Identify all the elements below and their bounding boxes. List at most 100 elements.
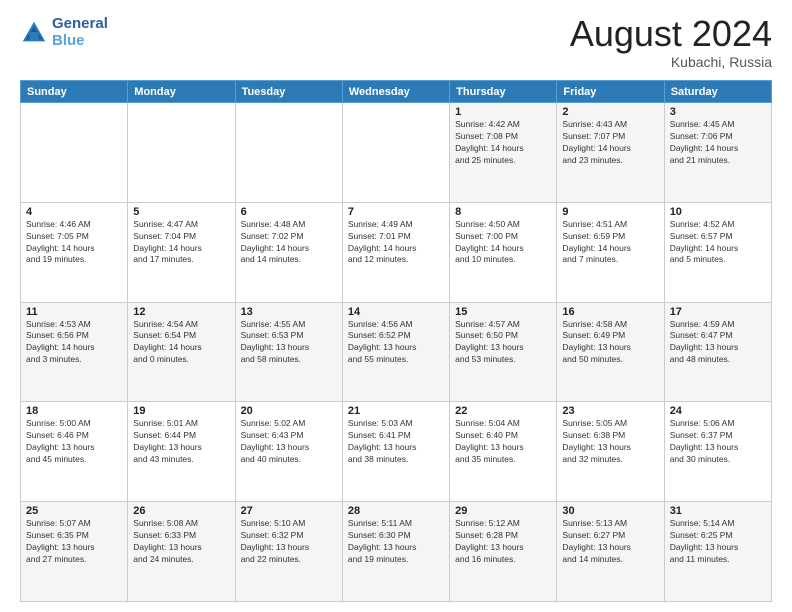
day-info: Sunrise: 5:02 AM Sunset: 6:43 PM Dayligh… (241, 418, 337, 466)
calendar-cell: 18Sunrise: 5:00 AM Sunset: 6:46 PM Dayli… (21, 402, 128, 502)
col-thursday: Thursday (450, 81, 557, 103)
calendar-cell: 3Sunrise: 4:45 AM Sunset: 7:06 PM Daylig… (664, 103, 771, 203)
calendar-header-row: Sunday Monday Tuesday Wednesday Thursday… (21, 81, 772, 103)
calendar-cell: 20Sunrise: 5:02 AM Sunset: 6:43 PM Dayli… (235, 402, 342, 502)
col-tuesday: Tuesday (235, 81, 342, 103)
day-number: 27 (241, 505, 337, 517)
calendar-cell: 26Sunrise: 5:08 AM Sunset: 6:33 PM Dayli… (128, 502, 235, 602)
day-number: 30 (562, 505, 658, 517)
day-info: Sunrise: 4:46 AM Sunset: 7:05 PM Dayligh… (26, 219, 122, 267)
day-info: Sunrise: 4:56 AM Sunset: 6:52 PM Dayligh… (348, 319, 444, 367)
calendar-week-1: 1Sunrise: 4:42 AM Sunset: 7:08 PM Daylig… (21, 103, 772, 203)
day-info: Sunrise: 4:59 AM Sunset: 6:47 PM Dayligh… (670, 319, 766, 367)
day-number: 22 (455, 405, 551, 417)
calendar-table: Sunday Monday Tuesday Wednesday Thursday… (20, 80, 772, 602)
day-number: 12 (133, 306, 229, 318)
day-number: 24 (670, 405, 766, 417)
calendar-cell: 8Sunrise: 4:50 AM Sunset: 7:00 PM Daylig… (450, 202, 557, 302)
calendar-cell (235, 103, 342, 203)
calendar-cell: 10Sunrise: 4:52 AM Sunset: 6:57 PM Dayli… (664, 202, 771, 302)
calendar-cell: 22Sunrise: 5:04 AM Sunset: 6:40 PM Dayli… (450, 402, 557, 502)
calendar-cell: 31Sunrise: 5:14 AM Sunset: 6:25 PM Dayli… (664, 502, 771, 602)
day-info: Sunrise: 4:57 AM Sunset: 6:50 PM Dayligh… (455, 319, 551, 367)
day-info: Sunrise: 5:01 AM Sunset: 6:44 PM Dayligh… (133, 418, 229, 466)
day-info: Sunrise: 4:54 AM Sunset: 6:54 PM Dayligh… (133, 319, 229, 367)
day-number: 18 (26, 405, 122, 417)
day-info: Sunrise: 5:13 AM Sunset: 6:27 PM Dayligh… (562, 518, 658, 566)
day-number: 31 (670, 505, 766, 517)
calendar-week-4: 18Sunrise: 5:00 AM Sunset: 6:46 PM Dayli… (21, 402, 772, 502)
day-info: Sunrise: 4:49 AM Sunset: 7:01 PM Dayligh… (348, 219, 444, 267)
day-info: Sunrise: 5:06 AM Sunset: 6:37 PM Dayligh… (670, 418, 766, 466)
day-info: Sunrise: 4:55 AM Sunset: 6:53 PM Dayligh… (241, 319, 337, 367)
day-number: 7 (348, 206, 444, 218)
calendar-cell: 9Sunrise: 4:51 AM Sunset: 6:59 PM Daylig… (557, 202, 664, 302)
calendar-cell: 19Sunrise: 5:01 AM Sunset: 6:44 PM Dayli… (128, 402, 235, 502)
day-info: Sunrise: 4:42 AM Sunset: 7:08 PM Dayligh… (455, 119, 551, 167)
day-number: 23 (562, 405, 658, 417)
day-number: 20 (241, 405, 337, 417)
calendar-cell: 15Sunrise: 4:57 AM Sunset: 6:50 PM Dayli… (450, 302, 557, 402)
calendar-cell: 28Sunrise: 5:11 AM Sunset: 6:30 PM Dayli… (342, 502, 449, 602)
calendar-cell: 30Sunrise: 5:13 AM Sunset: 6:27 PM Dayli… (557, 502, 664, 602)
day-info: Sunrise: 5:07 AM Sunset: 6:35 PM Dayligh… (26, 518, 122, 566)
day-info: Sunrise: 4:45 AM Sunset: 7:06 PM Dayligh… (670, 119, 766, 167)
calendar-cell: 6Sunrise: 4:48 AM Sunset: 7:02 PM Daylig… (235, 202, 342, 302)
col-sunday: Sunday (21, 81, 128, 103)
calendar-cell: 16Sunrise: 4:58 AM Sunset: 6:49 PM Dayli… (557, 302, 664, 402)
day-info: Sunrise: 5:00 AM Sunset: 6:46 PM Dayligh… (26, 418, 122, 466)
month-title: August 2024 (570, 16, 772, 52)
day-info: Sunrise: 4:47 AM Sunset: 7:04 PM Dayligh… (133, 219, 229, 267)
day-number: 14 (348, 306, 444, 318)
day-number: 3 (670, 106, 766, 118)
day-number: 15 (455, 306, 551, 318)
col-wednesday: Wednesday (342, 81, 449, 103)
day-info: Sunrise: 4:43 AM Sunset: 7:07 PM Dayligh… (562, 119, 658, 167)
day-info: Sunrise: 4:58 AM Sunset: 6:49 PM Dayligh… (562, 319, 658, 367)
calendar-cell: 23Sunrise: 5:05 AM Sunset: 6:38 PM Dayli… (557, 402, 664, 502)
calendar-cell (21, 103, 128, 203)
logo-text: General Blue (52, 16, 108, 49)
day-number: 29 (455, 505, 551, 517)
day-number: 26 (133, 505, 229, 517)
day-number: 5 (133, 206, 229, 218)
day-info: Sunrise: 5:11 AM Sunset: 6:30 PM Dayligh… (348, 518, 444, 566)
calendar-cell (342, 103, 449, 203)
calendar-cell: 4Sunrise: 4:46 AM Sunset: 7:05 PM Daylig… (21, 202, 128, 302)
day-info: Sunrise: 4:50 AM Sunset: 7:00 PM Dayligh… (455, 219, 551, 267)
day-info: Sunrise: 5:04 AM Sunset: 6:40 PM Dayligh… (455, 418, 551, 466)
calendar-week-3: 11Sunrise: 4:53 AM Sunset: 6:56 PM Dayli… (21, 302, 772, 402)
day-info: Sunrise: 4:53 AM Sunset: 6:56 PM Dayligh… (26, 319, 122, 367)
day-number: 8 (455, 206, 551, 218)
day-number: 9 (562, 206, 658, 218)
calendar-cell: 24Sunrise: 5:06 AM Sunset: 6:37 PM Dayli… (664, 402, 771, 502)
calendar-cell: 7Sunrise: 4:49 AM Sunset: 7:01 PM Daylig… (342, 202, 449, 302)
calendar-cell: 5Sunrise: 4:47 AM Sunset: 7:04 PM Daylig… (128, 202, 235, 302)
calendar-cell: 21Sunrise: 5:03 AM Sunset: 6:41 PM Dayli… (342, 402, 449, 502)
page: General Blue August 2024 Kubachi, Russia… (0, 0, 792, 612)
calendar-cell: 12Sunrise: 4:54 AM Sunset: 6:54 PM Dayli… (128, 302, 235, 402)
col-saturday: Saturday (664, 81, 771, 103)
calendar-cell: 11Sunrise: 4:53 AM Sunset: 6:56 PM Dayli… (21, 302, 128, 402)
day-info: Sunrise: 5:08 AM Sunset: 6:33 PM Dayligh… (133, 518, 229, 566)
day-info: Sunrise: 5:03 AM Sunset: 6:41 PM Dayligh… (348, 418, 444, 466)
calendar-cell: 29Sunrise: 5:12 AM Sunset: 6:28 PM Dayli… (450, 502, 557, 602)
calendar-cell: 2Sunrise: 4:43 AM Sunset: 7:07 PM Daylig… (557, 103, 664, 203)
day-number: 4 (26, 206, 122, 218)
day-number: 16 (562, 306, 658, 318)
day-number: 17 (670, 306, 766, 318)
day-number: 6 (241, 206, 337, 218)
col-monday: Monday (128, 81, 235, 103)
day-number: 13 (241, 306, 337, 318)
day-info: Sunrise: 4:52 AM Sunset: 6:57 PM Dayligh… (670, 219, 766, 267)
day-number: 25 (26, 505, 122, 517)
calendar-cell: 1Sunrise: 4:42 AM Sunset: 7:08 PM Daylig… (450, 103, 557, 203)
day-number: 10 (670, 206, 766, 218)
calendar-cell: 27Sunrise: 5:10 AM Sunset: 6:32 PM Dayli… (235, 502, 342, 602)
header: General Blue August 2024 Kubachi, Russia (20, 16, 772, 70)
calendar-week-2: 4Sunrise: 4:46 AM Sunset: 7:05 PM Daylig… (21, 202, 772, 302)
calendar-week-5: 25Sunrise: 5:07 AM Sunset: 6:35 PM Dayli… (21, 502, 772, 602)
title-block: August 2024 Kubachi, Russia (570, 16, 772, 70)
day-info: Sunrise: 5:12 AM Sunset: 6:28 PM Dayligh… (455, 518, 551, 566)
calendar-cell: 17Sunrise: 4:59 AM Sunset: 6:47 PM Dayli… (664, 302, 771, 402)
